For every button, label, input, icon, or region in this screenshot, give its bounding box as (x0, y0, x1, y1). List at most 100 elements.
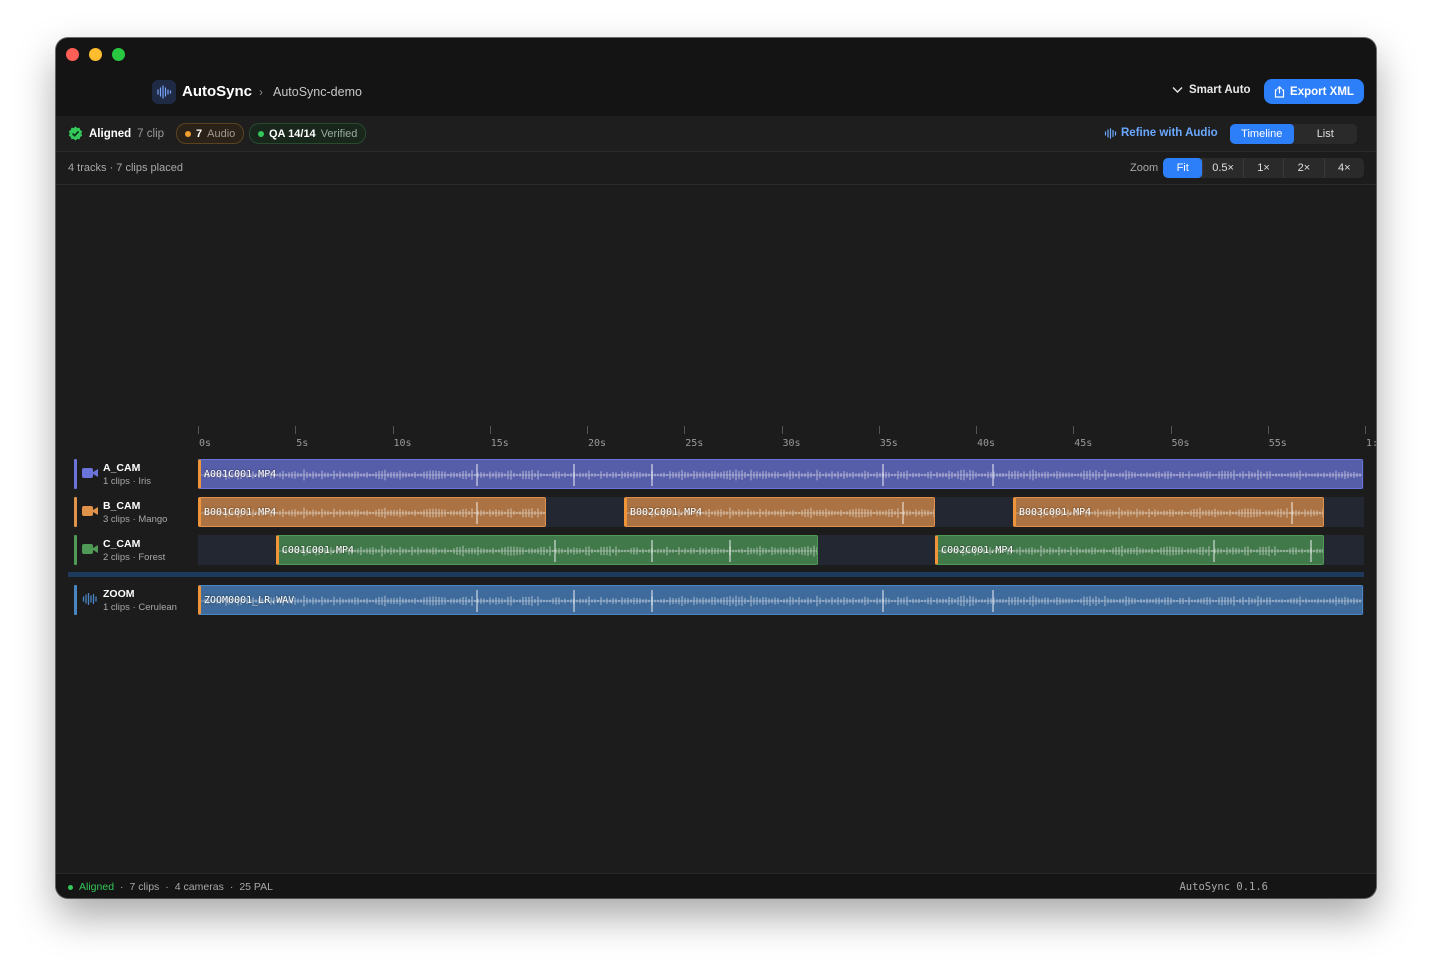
qa-label: Verified (320, 127, 358, 140)
clip-filename: C002C001.MP4 (941, 545, 1014, 556)
track-header-b-cam[interactable]: B_CAM 3 clips · Mango (74, 497, 194, 527)
waveform-icon (82, 593, 97, 605)
ruler-tick (1073, 426, 1075, 434)
clip-waveform (201, 586, 1363, 614)
video-camera-icon (82, 468, 98, 478)
footer-cameras: 4 cameras (174, 881, 224, 893)
timeline-clip[interactable]: C001C001.MP4 (275, 535, 819, 565)
clip-filename: C001C001.MP4 (281, 545, 355, 556)
track-header-a-cam[interactable]: A_CAM 1 clips · Iris (74, 459, 194, 489)
view-switcher: Timeline List (1230, 124, 1357, 144)
ruler-tick (392, 426, 394, 434)
app-window: AutoSync › AutoSync-demo Smart Auto Expo… (56, 38, 1376, 898)
export-xml-button[interactable]: Export XML (1264, 79, 1364, 104)
smart-auto-label: Smart Auto (1189, 84, 1251, 96)
clip-filename: ZOOM0001_LR.WAV (204, 595, 295, 606)
ruler-tick (976, 426, 977, 434)
video-camera-icon (82, 506, 98, 516)
track-name: A_CAM (103, 462, 141, 474)
ruler-tick (198, 426, 199, 434)
zoom-fit[interactable]: Fit (1163, 158, 1203, 178)
timeline-info-bar: 4 tracks · 7 clips placed Zoom Fit 0.5× … (56, 152, 1376, 185)
zoom-label: Zoom (1130, 162, 1159, 174)
footer-separator: · (229, 881, 234, 893)
app-version: AutoSync 0.1.6 (1179, 881, 1268, 893)
ruler-tick-label: 40s (977, 438, 996, 449)
clip-filename: B001C001.MP4 (204, 507, 277, 518)
track-header-c-cam[interactable]: C_CAM 2 clips · Forest (74, 535, 194, 565)
zoom-1x[interactable]: 1× (1242, 158, 1283, 178)
chevron-down-icon (1172, 87, 1183, 93)
audio-count: 7 (196, 127, 203, 140)
tab-list[interactable]: List (1294, 124, 1358, 144)
zoom-2x[interactable]: 2× (1283, 158, 1323, 178)
ruler-tick-label: 55s (1268, 438, 1287, 449)
footer-status-dot (68, 884, 73, 890)
ruler-tick-label: 5s (296, 438, 309, 449)
waveform-icon (152, 80, 176, 104)
track-meta: 3 clips · Mango (103, 514, 168, 525)
ruler-tick (489, 426, 491, 434)
track-name: B_CAM (103, 500, 141, 512)
clip-filename: A001C001.MP4 (204, 469, 277, 480)
ruler-tick (295, 426, 297, 434)
smart-auto-dropdown[interactable]: Smart Auto (1172, 84, 1251, 96)
app-title: AutoSync (182, 83, 253, 100)
footer-separator: · (165, 881, 169, 893)
track-lane-a-cam[interactable]: A001C001.MP4 (198, 459, 1364, 489)
track-color-bar (74, 459, 77, 489)
ruler-tick-label: 35s (879, 438, 898, 449)
ruler-tick (1267, 426, 1269, 434)
title-bar: AutoSync › AutoSync-demo Smart Auto Expo… (56, 38, 1376, 116)
ruler-tick (781, 426, 783, 434)
refine-with-audio-button[interactable]: Refine with Audio (1104, 127, 1218, 139)
ruler-tick-label: 10s (393, 438, 412, 449)
ruler-tick (587, 426, 588, 434)
track-lane-c-cam[interactable]: C001C001.MP4 C002C001.MP4 (198, 535, 1364, 565)
ruler-tick-label: 0s (199, 438, 212, 449)
track-meta: 1 clips · Iris (103, 476, 152, 487)
ruler-tick-label: 50s (1171, 438, 1190, 449)
timeline-clip[interactable]: B001C001.MP4 (198, 497, 547, 527)
tab-timeline[interactable]: Timeline (1230, 124, 1294, 144)
footer-summary: Aligned · 7 clips · 4 cameras · 25 PAL (68, 881, 273, 893)
footer-framerate: 25 PAL (239, 881, 273, 893)
ruler-tick-label: 20s (588, 438, 607, 449)
qa-badge[interactable]: QA 14/14 Verified (249, 123, 367, 144)
qa-status-dot (258, 130, 264, 137)
breadcrumb-project[interactable]: AutoSync-demo (273, 85, 362, 99)
track-header-zoom[interactable]: ZOOM 1 clips · Cerulean (74, 585, 194, 615)
timeline-clip[interactable]: B002C001.MP4 (623, 497, 936, 527)
time-ruler[interactable]: 0s 5s 10s 15s 20s 25s 30s 35s 40s 45s 50s 55s 1: (198, 426, 1376, 450)
check-badge-icon (68, 126, 83, 141)
track-lane-b-cam[interactable]: B001C001.MP4 B002C001.MP4 B003C001.MP4 (198, 497, 1364, 527)
clip-filename: B003C001.MP4 (1018, 507, 1092, 518)
audio-status-dot (185, 130, 191, 137)
refine-label: Refine with Audio (1121, 127, 1218, 139)
export-xml-label: Export XML (1290, 85, 1354, 98)
footer-separator: · (120, 881, 124, 893)
ruler-tick (1365, 426, 1366, 434)
track-color-bar (74, 535, 77, 565)
timeline-clip[interactable]: B003C001.MP4 (1012, 497, 1325, 527)
close-window-button[interactable] (66, 48, 79, 61)
minimize-window-button[interactable] (89, 48, 102, 61)
track-name: C_CAM (103, 538, 141, 550)
timeline-clip[interactable]: C002C001.MP4 (935, 535, 1325, 565)
track-meta: 1 clips · Cerulean (103, 602, 177, 613)
video-camera-icon (82, 544, 98, 554)
track-lane-zoom[interactable]: ZOOM0001_LR.WAV (198, 585, 1364, 615)
timeline-clip[interactable]: ZOOM0001_LR.WAV (198, 585, 1364, 615)
clip-waveform (278, 536, 818, 564)
qa-value: QA 14/14 (269, 127, 316, 140)
footer-aligned: Aligned (79, 881, 115, 893)
audio-count-badge[interactable]: 7 Audio (176, 123, 245, 144)
ruler-tick-label: 15s (490, 438, 509, 449)
tracks-summary: 4 tracks · 7 clips placed (68, 162, 183, 174)
zoom-0-5x[interactable]: 0.5× (1202, 158, 1242, 178)
zoom-window-button[interactable] (112, 48, 125, 61)
camera-audio-divider (68, 572, 1364, 577)
timeline-clip[interactable]: A001C001.MP4 (198, 459, 1364, 489)
zoom-4x[interactable]: 4× (1323, 158, 1364, 178)
ruler-tick-label: 1: (1366, 438, 1376, 449)
